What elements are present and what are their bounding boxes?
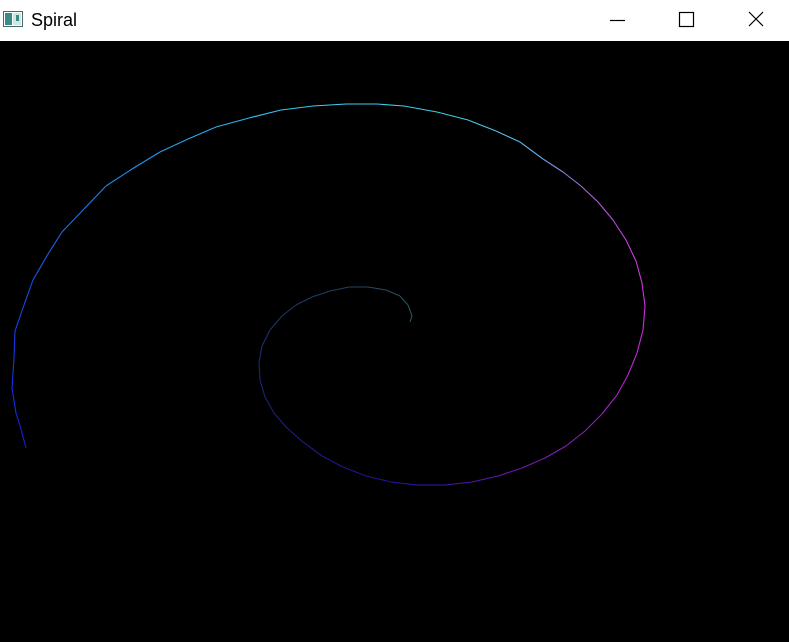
- spiral-segment: [329, 286, 350, 292]
- spiral-segment: [83, 185, 107, 210]
- spiral-segment: [259, 379, 266, 398]
- spiral-segment: [47, 231, 63, 255]
- title-bar[interactable]: Spiral: [0, 0, 789, 41]
- spiral-segment: [61, 208, 85, 233]
- spiral-segment: [616, 374, 629, 396]
- spiral-segment: [311, 290, 331, 298]
- spiral-segment: [565, 430, 586, 447]
- spiral-segment: [23, 279, 34, 306]
- spiral-segment: [625, 239, 637, 262]
- spiral-segment: [635, 260, 643, 284]
- spiral-segment: [471, 475, 499, 483]
- maximize-icon: [678, 11, 695, 28]
- spiral-segment: [261, 329, 271, 347]
- spiral-segment: [264, 396, 275, 414]
- minimize-button[interactable]: [594, 0, 640, 41]
- spiral-segment: [641, 282, 646, 307]
- spiral-segment: [11, 387, 17, 414]
- spiral-segment: [105, 168, 133, 187]
- spiral-segment: [281, 304, 297, 317]
- spiral-segment: [436, 111, 469, 121]
- spiral-segment: [399, 295, 409, 306]
- spiral-segment: [14, 304, 25, 332]
- spiral-segment: [467, 119, 497, 132]
- close-icon: [748, 11, 764, 27]
- minimize-icon: [610, 19, 625, 22]
- close-button[interactable]: [733, 0, 779, 41]
- spiral-segment: [542, 158, 564, 173]
- spiral-segment: [385, 289, 401, 297]
- spiral-segment: [403, 105, 438, 113]
- spiral-segment: [273, 412, 288, 429]
- spiral-segment: [601, 394, 618, 415]
- drawing-canvas: [0, 41, 789, 642]
- spiral-segment: [20, 428, 27, 449]
- spiral-segment: [280, 105, 314, 111]
- maximize-button[interactable]: [663, 0, 709, 41]
- spiral-segment: [312, 103, 347, 107]
- spiral-segment: [248, 109, 282, 119]
- spiral-segment: [612, 219, 627, 241]
- spiral-segment: [286, 427, 304, 443]
- app-window-icon: [3, 11, 23, 27]
- spiral-segment: [495, 130, 521, 143]
- spiral-segment: [321, 455, 344, 468]
- app-window: Spiral: [0, 0, 789, 642]
- spiral-segment: [390, 481, 418, 486]
- spiral-segment: [15, 412, 22, 430]
- spiral-segment: [342, 466, 367, 477]
- spiral-segment: [562, 171, 582, 187]
- spiral-segment: [409, 315, 413, 323]
- spiral-segment: [131, 151, 161, 170]
- spiral-segment: [295, 296, 313, 306]
- spiral-segment: [258, 345, 263, 364]
- spiral-segment: [302, 441, 323, 457]
- spiral-segment: [597, 201, 614, 221]
- spiral-segment: [642, 305, 646, 331]
- spiral-segment: [258, 362, 261, 381]
- window-title: Spiral: [31, 10, 78, 30]
- spiral-segment: [584, 413, 603, 432]
- spiral-segment: [269, 315, 283, 331]
- spiral-segment: [627, 352, 638, 376]
- spiral-segment: [497, 467, 523, 477]
- spiral-segment: [376, 103, 405, 107]
- spiral-segment: [444, 481, 473, 486]
- spiral-segment: [544, 445, 567, 459]
- spiral-segment: [636, 329, 644, 354]
- spiral-segment: [11, 357, 15, 389]
- spiral-segment: [367, 286, 387, 291]
- spiral-segment: [187, 126, 217, 140]
- spiral-segment: [580, 185, 599, 203]
- spiral-segment: [519, 141, 544, 160]
- spiral-segment: [407, 304, 413, 317]
- spiral-segment: [521, 457, 546, 469]
- spiral-segment: [13, 330, 16, 359]
- spiral-segment: [159, 138, 189, 153]
- spiral-segment: [365, 475, 392, 483]
- spiral-segment: [215, 117, 250, 128]
- spiral-path-group: [11, 103, 646, 486]
- spiral-drawing: [11, 103, 646, 486]
- spiral-segment: [32, 253, 49, 281]
